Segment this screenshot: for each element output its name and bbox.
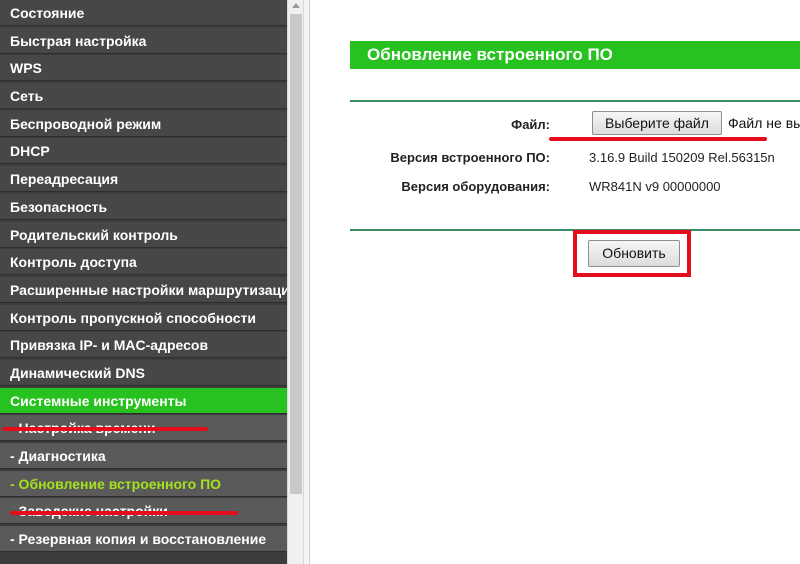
sidebar-item[interactable]: Беспроводной режим bbox=[0, 110, 287, 137]
annotation-underline-file bbox=[549, 137, 767, 141]
annotation-box-update bbox=[573, 230, 691, 277]
sidebar-item[interactable]: WPS bbox=[0, 55, 287, 82]
sidebar-item[interactable]: - Диагностика bbox=[0, 443, 287, 469]
annotation-underline-firmware bbox=[10, 511, 238, 515]
sidebar-item[interactable]: - Резервная копия и восстановление bbox=[0, 526, 287, 553]
divider-top bbox=[350, 100, 800, 102]
file-label: Файл: bbox=[511, 117, 550, 132]
sidebar-scrollbar[interactable] bbox=[287, 0, 304, 564]
sidebar-item[interactable]: Сеть bbox=[0, 83, 287, 110]
sidebar-item[interactable]: - Обновление встроенного ПО bbox=[0, 470, 287, 497]
frame-divider bbox=[304, 0, 310, 564]
sidebar-item[interactable]: Контроль доступа bbox=[0, 249, 287, 276]
sidebar-item[interactable]: Расширенные настройки маршрутизации bbox=[0, 276, 287, 303]
sidebar-item[interactable]: Контроль пропускной способности bbox=[0, 304, 287, 331]
annotation-underline-system-tools bbox=[2, 427, 208, 431]
sidebar-item[interactable]: Переадресация bbox=[0, 166, 287, 193]
scroll-up-arrow-icon[interactable] bbox=[292, 3, 300, 8]
file-status-text: Файл не выбран bbox=[728, 115, 800, 131]
sidebar-item[interactable]: Привязка IP- и MAC-адресов bbox=[0, 332, 287, 359]
sidebar-item[interactable]: Родительский контроль bbox=[0, 221, 287, 248]
sidebar-item[interactable]: Состояние bbox=[0, 0, 287, 26]
sidebar-item[interactable]: Быстрая настройка bbox=[0, 27, 287, 54]
choose-file-button[interactable]: Выберите файл bbox=[592, 111, 722, 135]
sidebar-item[interactable]: Безопасность bbox=[0, 193, 287, 220]
page-title: Обновление встроенного ПО bbox=[350, 41, 800, 69]
sidebar-item[interactable]: Динамический DNS bbox=[0, 359, 287, 386]
firmware-version-value: 3.16.9 Build 150209 Rel.56315n bbox=[589, 150, 775, 165]
sidebar-menu: Состояние Быстрая настройка WPS Сеть Беспров… bbox=[0, 0, 287, 564]
scrollbar-thumb[interactable] bbox=[290, 14, 302, 494]
firmware-version-label: Версия встроенного ПО: bbox=[390, 150, 550, 165]
hardware-version-value: WR841N v9 00000000 bbox=[589, 179, 721, 194]
hardware-version-label: Версия оборудования: bbox=[401, 179, 550, 194]
sidebar-item[interactable]: Системные инструменты bbox=[0, 387, 287, 414]
sidebar-item[interactable]: DHCP bbox=[0, 138, 287, 165]
